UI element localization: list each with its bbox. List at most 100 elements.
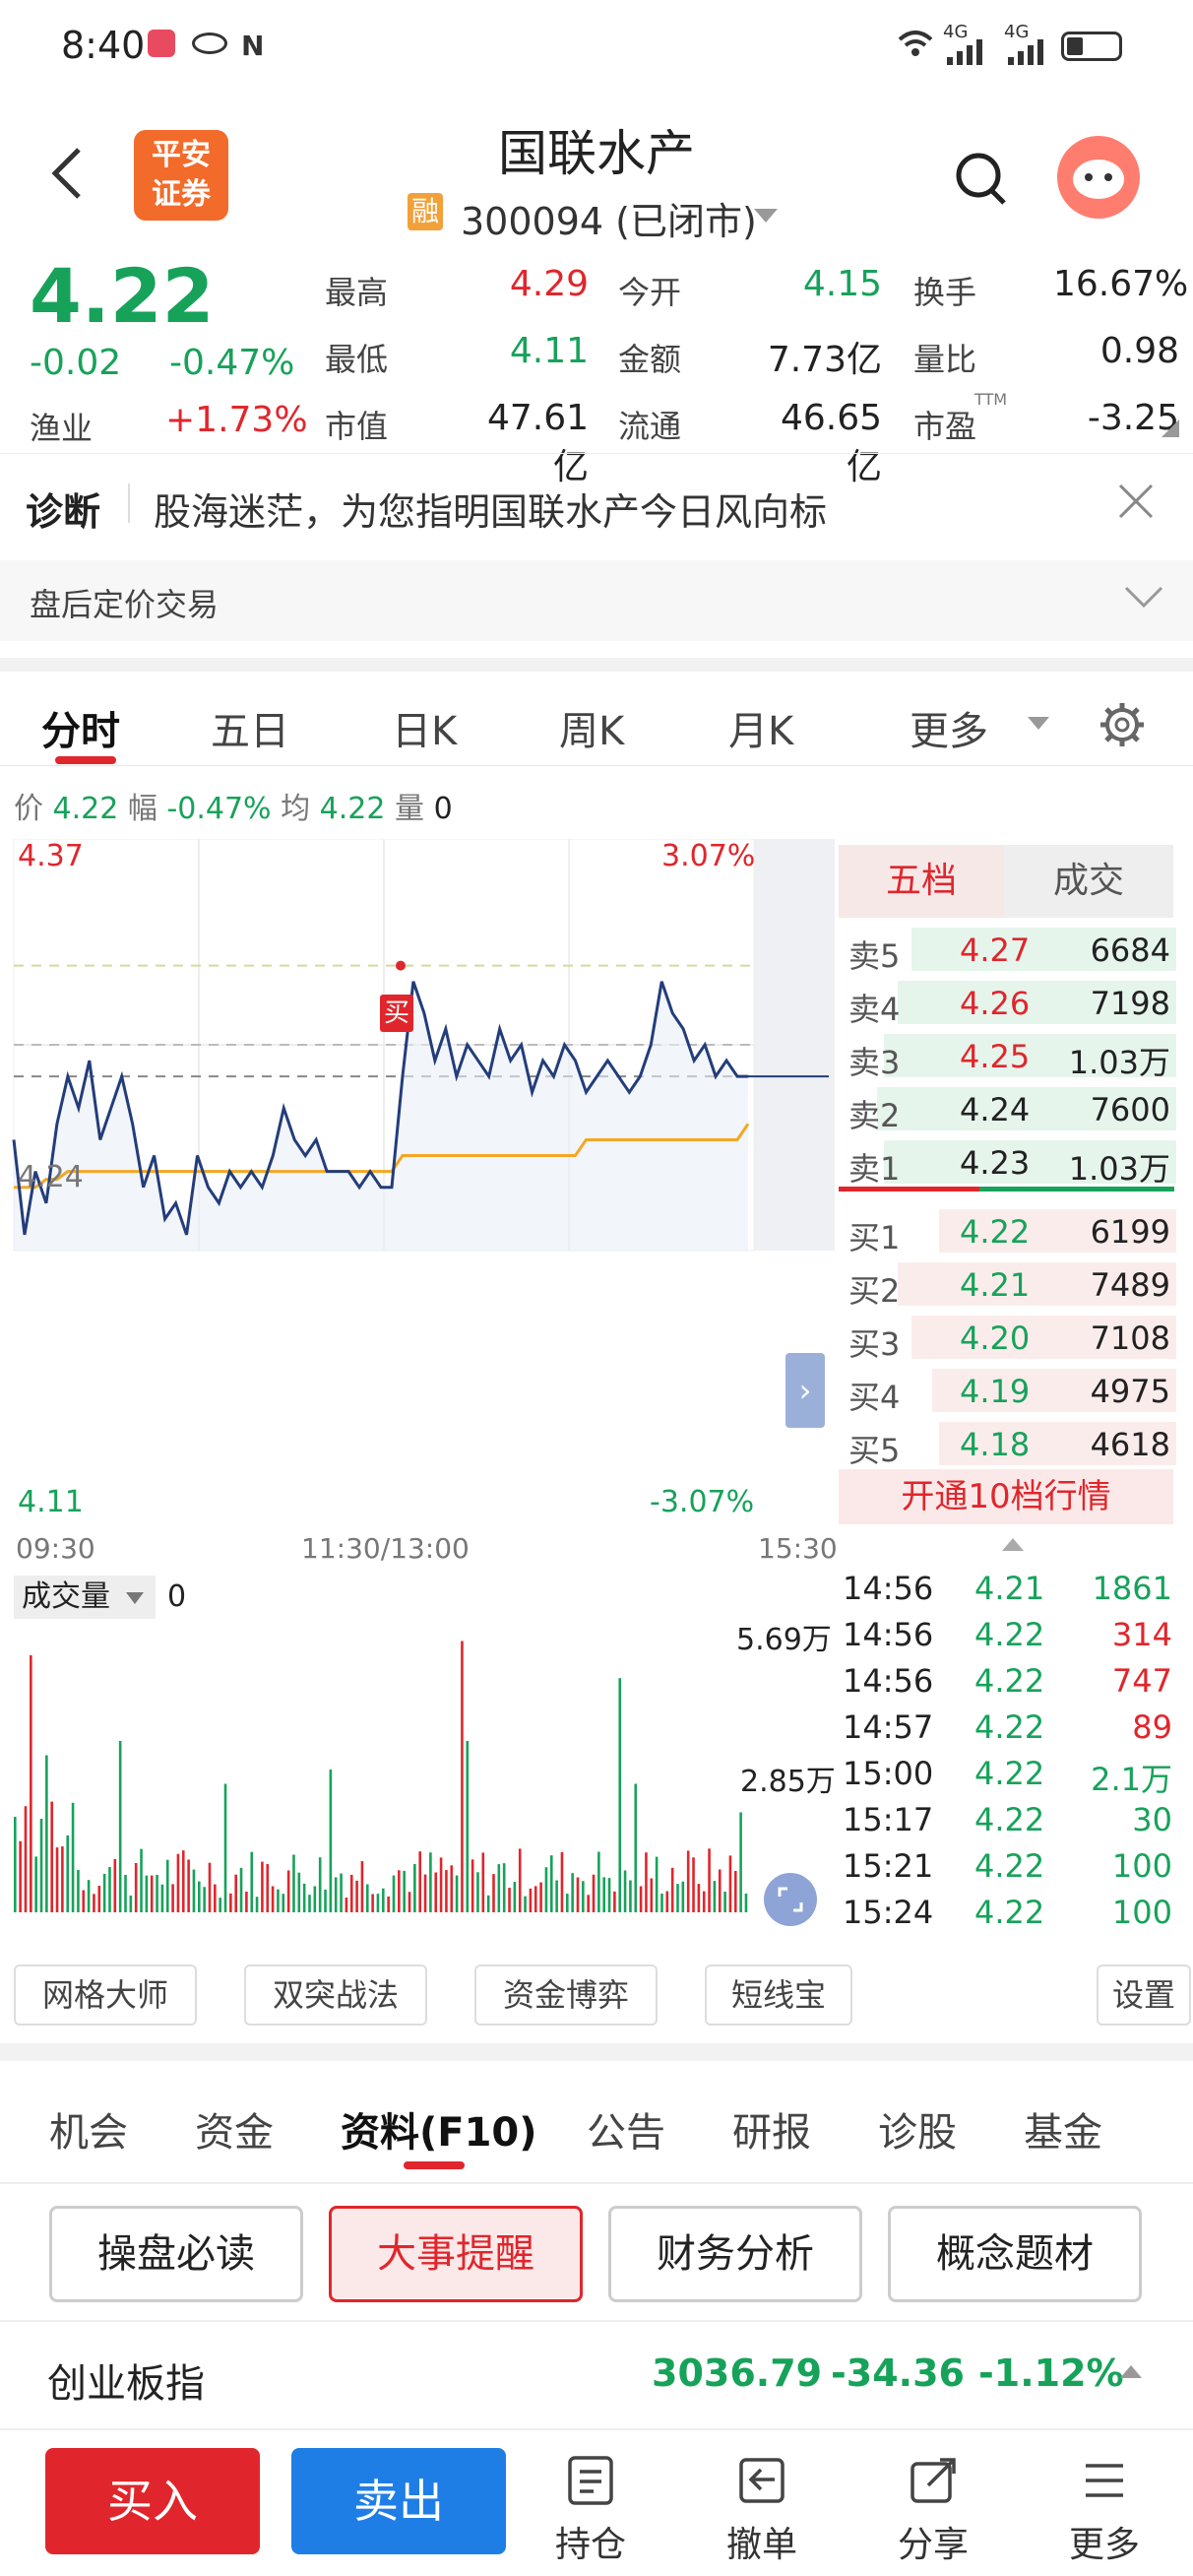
diagnosis-text[interactable]: 股海迷茫，为您指明国联水产今日风向标 [154,482,827,536]
volume-bar [576,1877,580,1912]
tab-monthly-k[interactable]: 月K [728,699,793,756]
grid-master-button[interactable]: 网格大师 [14,1964,197,2026]
volume-bar [334,1877,338,1912]
fullscreen-icon[interactable] [764,1873,817,1926]
major-events-button[interactable]: 大事提醒 [329,2206,583,2302]
pe-ttm-sup: TTM [974,390,1008,409]
quote-field-label: 市值 [325,408,389,445]
quote-field-label: 最低 [325,341,389,378]
after-hours-row[interactable]: 盘后定价交易 [0,560,1193,641]
buy-marker[interactable]: 买 [380,995,413,1032]
order-label: 买1 [848,1219,901,1256]
bid-row[interactable]: 买2 4.21 7489 [837,1258,1176,1310]
tab-order-book[interactable]: 五档 [839,845,1004,918]
nav-share[interactable]: 分享 [874,2454,992,2567]
gear-icon[interactable] [1099,701,1146,748]
tick-volume: 747 [1111,1662,1172,1700]
must-read-button[interactable]: 操盘必读 [49,2206,303,2302]
financial-analysis-button[interactable]: 财务分析 [608,2206,862,2302]
volume-bar [19,1840,22,1912]
mascot-avatar[interactable] [1057,136,1140,219]
volume-bar [555,1880,558,1912]
time-start: 09:30 [16,1532,95,1565]
nav-positions[interactable]: 持仓 [532,2454,650,2567]
tab-diagnose[interactable]: 诊股 [878,2100,957,2157]
concept-themes-button[interactable]: 概念题材 [888,2206,1142,2302]
order-vol: 4975 [1090,1373,1170,1410]
tools-settings-button[interactable]: 设置 [1097,1964,1191,2026]
index-ticker[interactable]: 创业板指 3036.79 -34.36 -1.12% [0,2320,1193,2430]
ask-row[interactable]: 卖2 4.24 7600 [837,1083,1176,1134]
tab-intraday[interactable]: 分时 [41,699,120,756]
tab-research[interactable]: 研报 [732,2100,811,2157]
volume-bar [129,1896,133,1912]
volume-bar [723,1892,726,1912]
pct-max-label: 3.07% [661,839,756,873]
volume-bar [544,1867,548,1912]
bid-row[interactable]: 买5 4.18 4618 [837,1418,1176,1469]
bid-row[interactable]: 买4 4.19 4975 [837,1365,1176,1416]
volume-dropdown-icon[interactable] [125,1591,144,1604]
ask-row[interactable]: 卖5 4.27 6684 [837,924,1176,975]
bid-row[interactable]: 买3 4.20 7108 [837,1312,1176,1363]
volume-bar [349,1874,353,1912]
volume-bar [302,1883,306,1912]
close-icon[interactable] [1116,482,1156,521]
order-vol: 1.03万 [1068,1044,1170,1081]
tick-volume: 89 [1132,1708,1172,1746]
double-breakout-button[interactable]: 双突战法 [244,1964,427,2026]
chevron-down-icon[interactable] [1122,582,1165,612]
volume-bar [365,1884,369,1912]
info-avg-label: 均 [281,792,311,826]
short-term-button[interactable]: 短线宝 [705,1964,852,2026]
tab-opportunity[interactable]: 机会 [49,2100,128,2157]
tab-f10[interactable]: 资料(F10) [341,2100,537,2157]
ask-row[interactable]: 卖1 4.23 1.03万 [837,1136,1176,1188]
expand-up-icon[interactable] [1120,2365,1142,2378]
tick-volume: 100 [1111,1894,1172,1931]
intraday-price-chart[interactable] [0,839,837,1312]
code-dropdown-icon[interactable] [754,209,778,223]
search-icon[interactable] [955,150,1010,209]
info-amp: -0.47% [166,792,272,826]
ask-row[interactable]: 卖3 4.25 1.03万 [837,1030,1176,1081]
volume-bar [639,1886,643,1912]
bid-row[interactable]: 买1 4.22 6199 [837,1205,1176,1256]
collapse-up-icon[interactable] [1002,1538,1024,1551]
tab-five-day[interactable]: 五日 [211,699,289,756]
sector-label[interactable]: 渔业 [30,404,93,449]
upgrade-l2-button[interactable]: 开通10档行情 [839,1469,1173,1524]
volume-bar [524,1896,527,1912]
nav-cancel-order[interactable]: 撤单 [703,2454,821,2567]
tab-fund[interactable]: 基金 [1024,2100,1102,2157]
more-dropdown-icon[interactable] [1028,717,1049,730]
nav-more[interactable]: 更多 [1045,2454,1163,2567]
tab-trades[interactable]: 成交 [1004,845,1173,918]
volume-indicator-select[interactable]: 成交量 [14,1576,156,1619]
order-price: 4.25 [960,1038,1031,1075]
app-notification-icon [148,30,175,57]
tick-row: 14:56 4.21 1861 [839,1564,1178,1609]
quote-field-value: 4.11 [509,331,589,371]
diagnosis-banner[interactable]: 诊断 股海迷茫，为您指明国联水产今日风向标 盘后定价交易 [0,453,1193,641]
expand-right-button[interactable]: › [785,1353,825,1428]
tab-funds[interactable]: 资金 [195,2100,274,2157]
tick-row: 14:56 4.22 747 [839,1656,1178,1702]
volume-label: 成交量 [22,1579,110,1614]
tab-weekly-k[interactable]: 周K [559,699,624,756]
tab-more[interactable]: 更多 [910,699,988,756]
fund-game-button[interactable]: 资金博弈 [474,1964,658,2026]
volume-bar [192,1869,196,1912]
tab-announcements[interactable]: 公告 [587,2100,665,2157]
order-price: 4.22 [960,1213,1031,1251]
sell-button[interactable]: 卖出 [291,2448,506,2554]
ask-row[interactable]: 卖4 4.26 7198 [837,977,1176,1028]
tab-daily-k[interactable]: 日K [392,699,457,756]
buy-button[interactable]: 买入 [45,2448,260,2554]
order-price: 4.23 [960,1144,1031,1182]
expand-corner-icon[interactable] [1162,419,1179,437]
volume-bar [629,1880,632,1912]
volume-bar [118,1741,122,1912]
quote-field-label: 金额 [618,341,682,378]
f10-tabs: 机会 资金 资料(F10) 公告 研报 诊股 基金 [0,2043,1193,2181]
